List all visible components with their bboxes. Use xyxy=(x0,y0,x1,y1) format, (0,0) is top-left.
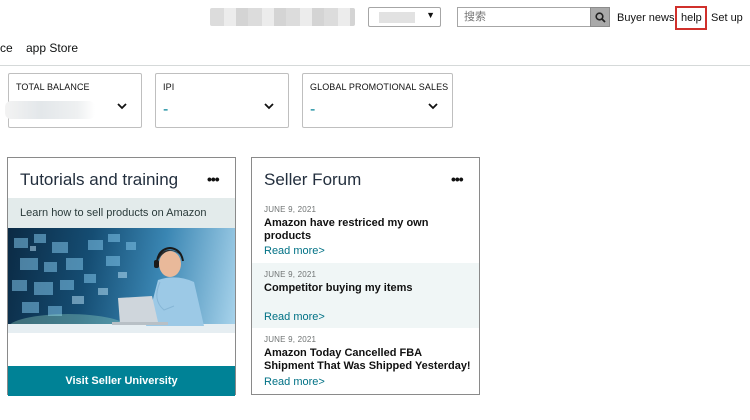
metric-label: IPI xyxy=(163,82,175,92)
tutorials-widget: Tutorials and training ••• Learn how to … xyxy=(7,157,236,396)
seller-forum-widget: Seller Forum ••• JUNE 9, 2021 Amazon hav… xyxy=(251,157,480,395)
read-more-link[interactable]: Read more> xyxy=(264,245,325,257)
widget-title: Tutorials and training xyxy=(20,170,179,189)
post-date: JUNE 9, 2021 xyxy=(264,205,317,214)
read-more-link[interactable]: Read more> xyxy=(264,311,325,323)
ellipsis-icon[interactable]: ••• xyxy=(451,171,464,187)
forum-post: JUNE 9, 2021 Amazon Today Cancelled FBA … xyxy=(252,328,479,394)
tutorial-promo-image xyxy=(8,228,235,333)
nav-item-truncated[interactable]: ce xyxy=(0,41,13,55)
nav-divider xyxy=(0,65,750,66)
account-name-blurred[interactable] xyxy=(210,8,355,26)
post-headline[interactable]: Amazon Today Cancelled FBA Shipment That… xyxy=(264,347,474,373)
metric-total-balance[interactable]: TOTAL BALANCE xyxy=(5,73,142,128)
widget-title: Seller Forum xyxy=(264,170,362,189)
search-button[interactable] xyxy=(590,7,610,27)
nav-item-app-store[interactable]: app Store xyxy=(26,41,78,55)
tutorials-subtitle: Learn how to sell products on Amazon xyxy=(8,198,235,228)
metric-ipi[interactable]: IPI - xyxy=(155,73,289,128)
setup-link[interactable]: Set up xyxy=(711,12,743,24)
balance-value-blurred xyxy=(5,101,95,119)
caret-down-icon: ▼ xyxy=(426,10,435,20)
chevron-down-icon[interactable] xyxy=(264,102,274,110)
metric-global-promotional-sales[interactable]: GLOBAL PROMOTIONAL SALES - xyxy=(302,73,453,128)
help-link[interactable]: help xyxy=(681,12,702,24)
search-input[interactable] xyxy=(457,7,590,27)
metric-value: - xyxy=(163,101,169,118)
chevron-down-icon[interactable] xyxy=(428,102,438,110)
read-more-link[interactable]: Read more> xyxy=(264,376,325,388)
person-at-laptop-illustration xyxy=(8,234,235,333)
chevron-down-icon[interactable] xyxy=(117,102,127,110)
marketplace-value-blurred xyxy=(379,12,415,23)
buyer-news-link[interactable]: Buyer news xyxy=(617,12,674,24)
marketplace-select[interactable]: ▼ xyxy=(368,7,441,27)
post-date: JUNE 9, 2021 xyxy=(264,335,317,344)
post-headline[interactable]: Amazon have restriced my own products xyxy=(264,217,474,243)
forum-post: JUNE 9, 2021 Competitor buying my items … xyxy=(252,263,479,328)
forum-post: JUNE 9, 2021 Amazon have restriced my ow… xyxy=(252,198,479,263)
metric-value: - xyxy=(310,101,316,118)
ellipsis-icon[interactable]: ••• xyxy=(207,171,220,187)
post-date: JUNE 9, 2021 xyxy=(264,270,317,279)
post-headline[interactable]: Competitor buying my items xyxy=(264,282,474,295)
metric-label: GLOBAL PROMOTIONAL SALES xyxy=(310,82,449,92)
metric-label: TOTAL BALANCE xyxy=(16,82,90,92)
visit-seller-university-button[interactable]: Visit Seller University xyxy=(8,366,235,396)
magnifier-icon xyxy=(594,11,606,23)
